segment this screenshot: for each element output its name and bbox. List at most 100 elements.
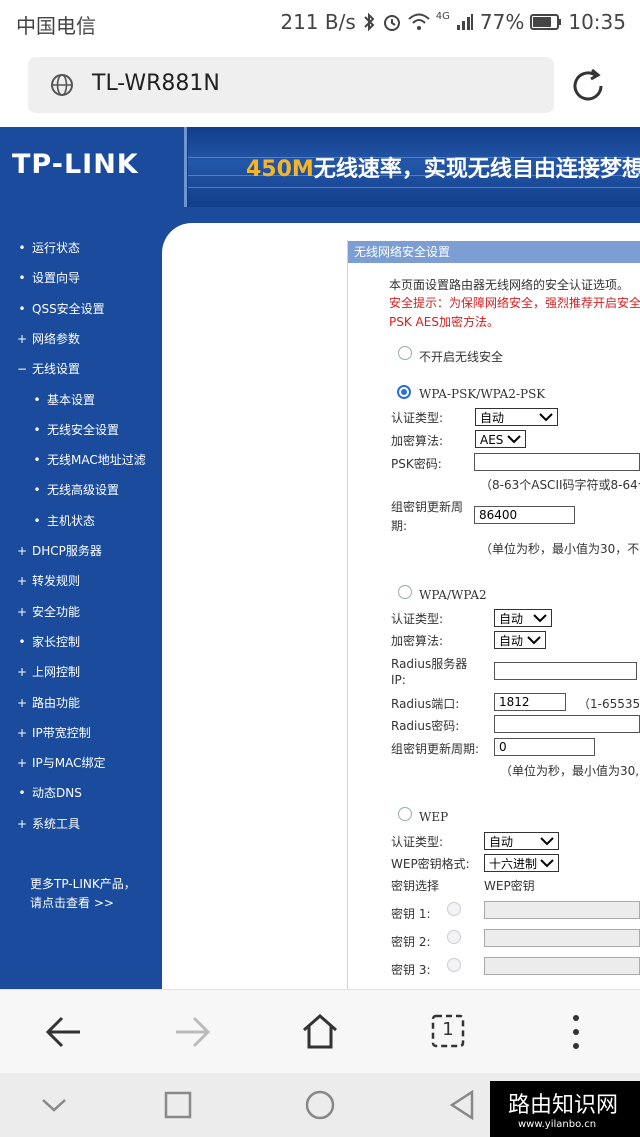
- sidebar-item[interactable]: • 基本设置: [31, 391, 95, 408]
- forward-arrow-icon[interactable]: [172, 1014, 212, 1050]
- wep-auth-select[interactable]: 自动: [484, 832, 559, 850]
- wep-key2-input[interactable]: [484, 929, 640, 947]
- sidebar-item-label: 网络参数: [32, 331, 81, 346]
- home-icon[interactable]: [300, 1012, 340, 1050]
- sidebar-bullet: +: [16, 725, 28, 740]
- sidebar-item[interactable]: • 动态DNS: [16, 784, 82, 801]
- sidebar-item[interactable]: + IP与MAC绑定: [16, 754, 106, 771]
- sidebar-item-label: 转发规则: [32, 574, 81, 589]
- logo-text: TP-LINK: [12, 149, 139, 180]
- sidebar-bullet: −: [16, 362, 28, 377]
- sidebar-menu: • 运行状态 • 设置向导 • QSS安全设置 + 网络参数 − 无线设置 • 基本设置 • 无线安全设置…: [0, 223, 162, 989]
- psk-enc-value: AES: [480, 433, 504, 447]
- sidebar-item-label: QSS安全设置: [32, 301, 105, 316]
- wpa-renew-hint: （单位为秒，最小值为30,: [500, 764, 640, 778]
- network-type: 4G: [435, 10, 450, 22]
- sidebar-item[interactable]: + 网络参数: [16, 330, 80, 347]
- clock: 10:35: [568, 10, 626, 34]
- wep-key3-input[interactable]: [484, 957, 640, 975]
- chevron-down-icon: [540, 859, 554, 868]
- psk-auth-label: 认证类型:: [391, 411, 444, 425]
- wep-format-label: WEP密钥格式:: [391, 857, 470, 871]
- sidebar-item[interactable]: • 无线高级设置: [31, 481, 119, 498]
- wep-format-value: 十六进制: [489, 857, 538, 871]
- wep-key-column-label: WEP密钥: [484, 879, 535, 893]
- sidebar-item[interactable]: • 无线MAC地址过滤: [31, 451, 146, 468]
- tp-link-logo: TP-LINK: [0, 127, 187, 207]
- sidebar-item[interactable]: + IP带宽控制: [16, 724, 91, 741]
- sidebar-item-label: 动态DNS: [32, 786, 82, 801]
- psk-renew-label-1: 组密钥更新周: [391, 500, 464, 514]
- sidebar-bullet: +: [16, 695, 28, 710]
- sidebar-item-label: 系统工具: [32, 816, 81, 831]
- psk-auth-value: 自动: [480, 411, 505, 425]
- sidebar-item-label: 运行状态: [32, 241, 81, 255]
- psk-password-hint: （8-63个ASCII码字符或8-64个: [480, 478, 640, 492]
- wep-key-select-label: 密钥选择: [391, 879, 440, 893]
- radio-wpa-psk[interactable]: [397, 385, 411, 399]
- radio-wep-key1[interactable]: [447, 902, 461, 916]
- more-products-link[interactable]: 更多TP-LINK产品， 请点击查看 >>: [30, 875, 136, 913]
- sidebar-item[interactable]: • 家长控制: [16, 633, 80, 650]
- sidebar-item[interactable]: + 转发规则: [16, 572, 80, 589]
- chevron-down-icon[interactable]: [40, 1095, 68, 1115]
- watermark-url: www.yilanbo.cn: [518, 1119, 597, 1130]
- radio-wep[interactable]: [398, 807, 412, 821]
- chevron-down-icon: [540, 837, 554, 846]
- radio-wpa[interactable]: [398, 585, 412, 599]
- wpa-auth-label: 认证类型:: [391, 612, 444, 626]
- wpa-auth-select[interactable]: 自动: [494, 609, 552, 627]
- tab-count: 1: [442, 1019, 454, 1040]
- sidebar-item[interactable]: + 安全功能: [16, 603, 80, 620]
- psk-auth-select[interactable]: 自动: [475, 408, 558, 426]
- sidebar-item[interactable]: + 系统工具: [16, 815, 80, 832]
- sidebar-item[interactable]: • 设置向导: [16, 269, 80, 286]
- sidebar-item[interactable]: + DHCP服务器: [16, 542, 102, 559]
- wep-auth-value: 自动: [489, 835, 514, 849]
- reload-icon[interactable]: [568, 66, 608, 106]
- wpa-renew-input[interactable]: 0: [494, 738, 595, 756]
- psk-password-input[interactable]: [474, 453, 640, 471]
- sidebar-item[interactable]: • 主机状态: [31, 512, 95, 529]
- radio-wep-key3[interactable]: [447, 958, 461, 972]
- sidebar-bullet: •: [33, 392, 41, 407]
- radius-password-input[interactable]: [494, 715, 640, 733]
- sidebar-item[interactable]: • 无线安全设置: [31, 421, 119, 438]
- wep-format-select[interactable]: 十六进制: [484, 854, 559, 872]
- wep-key1-input[interactable]: [484, 901, 640, 919]
- sidebar-item[interactable]: + 上网控制: [16, 663, 80, 680]
- back-triangle-icon[interactable]: [448, 1089, 476, 1121]
- radius-port-input[interactable]: 1812: [494, 693, 566, 711]
- back-arrow-icon[interactable]: [44, 1014, 84, 1050]
- sidebar-item[interactable]: − 无线设置: [16, 360, 80, 377]
- radio-wep-key2[interactable]: [447, 930, 461, 944]
- sidebar-item[interactable]: • QSS安全设置: [16, 300, 105, 317]
- sidebar-bullet: +: [16, 816, 28, 831]
- slogan-highlight: 450M: [246, 157, 314, 182]
- wep-key3-label: 密钥 3:: [391, 963, 431, 977]
- home-circle-icon[interactable]: [304, 1089, 336, 1121]
- tabs-button[interactable]: 1: [431, 1014, 465, 1048]
- globe-icon: [51, 74, 73, 96]
- chevron-down-icon: [539, 413, 553, 422]
- radio-no-security[interactable]: [398, 346, 412, 360]
- chevron-down-icon: [527, 636, 541, 645]
- sidebar-bullet: •: [18, 241, 26, 255]
- sidebar-item-label: 无线MAC地址过滤: [47, 453, 146, 468]
- security-warning-2: PSK AES加密方法。: [389, 315, 499, 329]
- psk-renew-input[interactable]: 86400: [474, 506, 575, 524]
- more-menu-icon[interactable]: [566, 1012, 586, 1052]
- address-bar[interactable]: TL-WR881N: [28, 57, 554, 113]
- panel-title: 无线网络安全设置: [348, 241, 640, 263]
- psk-enc-select[interactable]: AES: [475, 430, 526, 448]
- sidebar-item[interactable]: + 路由功能: [16, 694, 80, 711]
- wpa-enc-select[interactable]: 自动: [494, 631, 546, 649]
- radius-ip-label-2: IP:: [391, 673, 406, 687]
- chevron-down-icon: [533, 614, 547, 623]
- wpa-enc-value: 自动: [499, 634, 524, 648]
- radius-ip-input[interactable]: [494, 662, 637, 680]
- header-banner: 450M无线速率，实现无线自由连接梦想: [188, 127, 640, 207]
- wifi-icon: [408, 13, 430, 30]
- recent-apps-icon[interactable]: [164, 1091, 192, 1119]
- sidebar-item[interactable]: • 运行状态: [16, 239, 80, 256]
